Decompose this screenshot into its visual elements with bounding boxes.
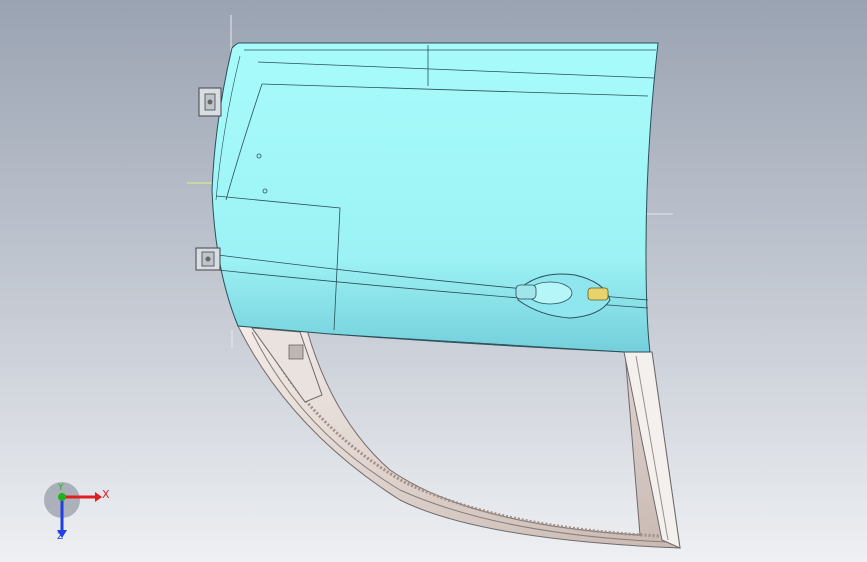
y-axis-dot: [58, 493, 66, 501]
z-axis-label: Z: [57, 532, 64, 542]
door-panel-model[interactable]: [0, 0, 867, 562]
lock-cylinder: [587, 287, 609, 301]
upper-hinge[interactable]: [198, 87, 222, 117]
x-axis-head: [95, 492, 102, 502]
lower-hinge[interactable]: [195, 247, 221, 271]
y-axis-label: Y: [58, 483, 64, 493]
bracket-detail: [288, 344, 304, 360]
cad-viewport[interactable]: X Y Z: [0, 0, 867, 562]
x-axis-label: X: [102, 488, 110, 501]
